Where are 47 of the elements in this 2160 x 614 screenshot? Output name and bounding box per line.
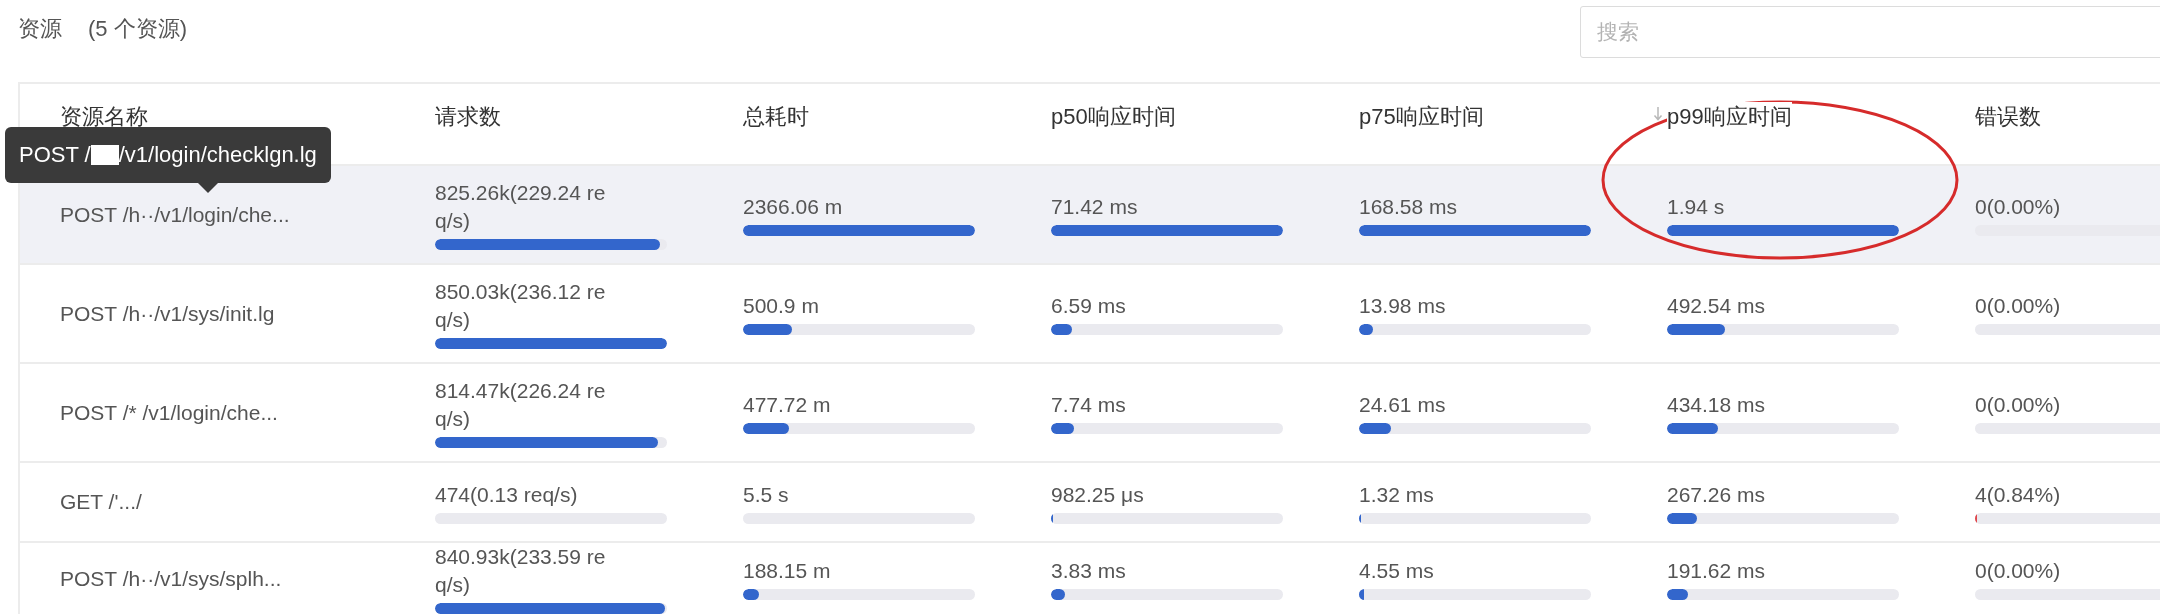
table-cell-text: 434.18 ms	[1667, 392, 1767, 418]
table-cell-text: 168.58 ms	[1359, 194, 1459, 220]
table-cell-text: 474(0.13 req/s)	[435, 481, 579, 508]
table-cell-text: 840.93k(233.59 req/s)	[435, 544, 607, 598]
resource-name: POST /h··/v1/login/che...	[60, 202, 290, 227]
table-cell-text: 500.9 m	[743, 293, 820, 319]
resource-name: POST /* /v1/login/che...	[60, 400, 278, 425]
table-cell-text: 7.74 ms	[1051, 392, 1127, 418]
table-cell-text: 0(0.00%)	[1975, 392, 2062, 418]
table-cell-text: 0(0.00%)	[1975, 194, 2062, 220]
table-cell-text: 2366.06 m	[743, 194, 844, 220]
table-cell-text: 24.61 ms	[1359, 392, 1447, 418]
table-row[interactable]: POST /h··/v1/sys/splh... 840.93k(233.59 req/s) 188.15 m 3.83 ms 4.55 ms 191.62 ms 0(0.00%)	[20, 541, 2160, 614]
table-cell-text: 982.25 μs	[1051, 481, 1145, 508]
column-header[interactable]: p99响应时间	[1667, 102, 1792, 132]
table-row[interactable]: GET /'.../ 474(0.13 req/s) 5.5 s 982.25 μs 1.32 ms 267.26 ms 4(0.84%)	[20, 461, 2160, 541]
table-cell-text: 477.72 m	[743, 392, 832, 418]
table-cell-text: 5.5 s	[743, 481, 790, 508]
sort-down-icon[interactable]	[1653, 106, 1663, 122]
table-cell-text: 13.98 ms	[1359, 293, 1447, 319]
table-cell-text: 4(0.84%)	[1975, 481, 2062, 508]
table-cell-text: 4.55 ms	[1359, 558, 1435, 584]
table-row[interactable]: POST /h··/v1/sys/init.lg 850.03k(236.12 req/s) 500.9 m 6.59 ms 13.98 ms 492.54 ms 0(0.00%)	[20, 263, 2160, 362]
table-cell-text: 0(0.00%)	[1975, 293, 2062, 319]
table-cell-text: 6.59 ms	[1051, 293, 1127, 319]
search-field[interactable]: 搜索	[1580, 6, 2160, 58]
table-cell-text: 188.15 m	[743, 558, 832, 584]
resource-count: (5 个资源)	[88, 15, 187, 43]
table-cell-text: 850.03k(236.12 req/s)	[435, 279, 607, 333]
table-row[interactable]: POST /* /v1/login/che... 814.47k(226.24 req/s) 477.72 m 7.74 ms 24.61 ms 434.18 ms 0(0.00%)	[20, 362, 2160, 461]
table-cell-text: 191.62 ms	[1667, 558, 1767, 584]
section-title: 资源	[18, 15, 62, 43]
table-cell-text: 0(0.00%)	[1975, 558, 2062, 584]
table-cell-text: 492.54 ms	[1667, 293, 1767, 319]
table-cell-text: 1.94 s	[1667, 194, 1726, 220]
table-cell-text: 814.47k(226.24 req/s)	[435, 378, 607, 432]
table-cell-text: 825.26k(229.24 req/s)	[435, 180, 607, 234]
table-cell-text: 267.26 ms	[1667, 481, 1767, 508]
table-cell-text: 3.83 ms	[1051, 558, 1127, 584]
column-header[interactable]: p50响应时间	[1051, 102, 1176, 132]
resource-name: POST /h··/v1/sys/init.lg	[60, 301, 275, 326]
table-cell-text: 1.32 ms	[1359, 481, 1435, 508]
resource-name: GET /'.../	[60, 490, 142, 514]
resource-name: POST /h··/v1/sys/splh...	[60, 566, 282, 591]
table-cell-text: 71.42 ms	[1051, 194, 1139, 220]
redaction-mark	[90, 145, 119, 165]
column-header[interactable]: p75响应时间	[1359, 102, 1484, 132]
